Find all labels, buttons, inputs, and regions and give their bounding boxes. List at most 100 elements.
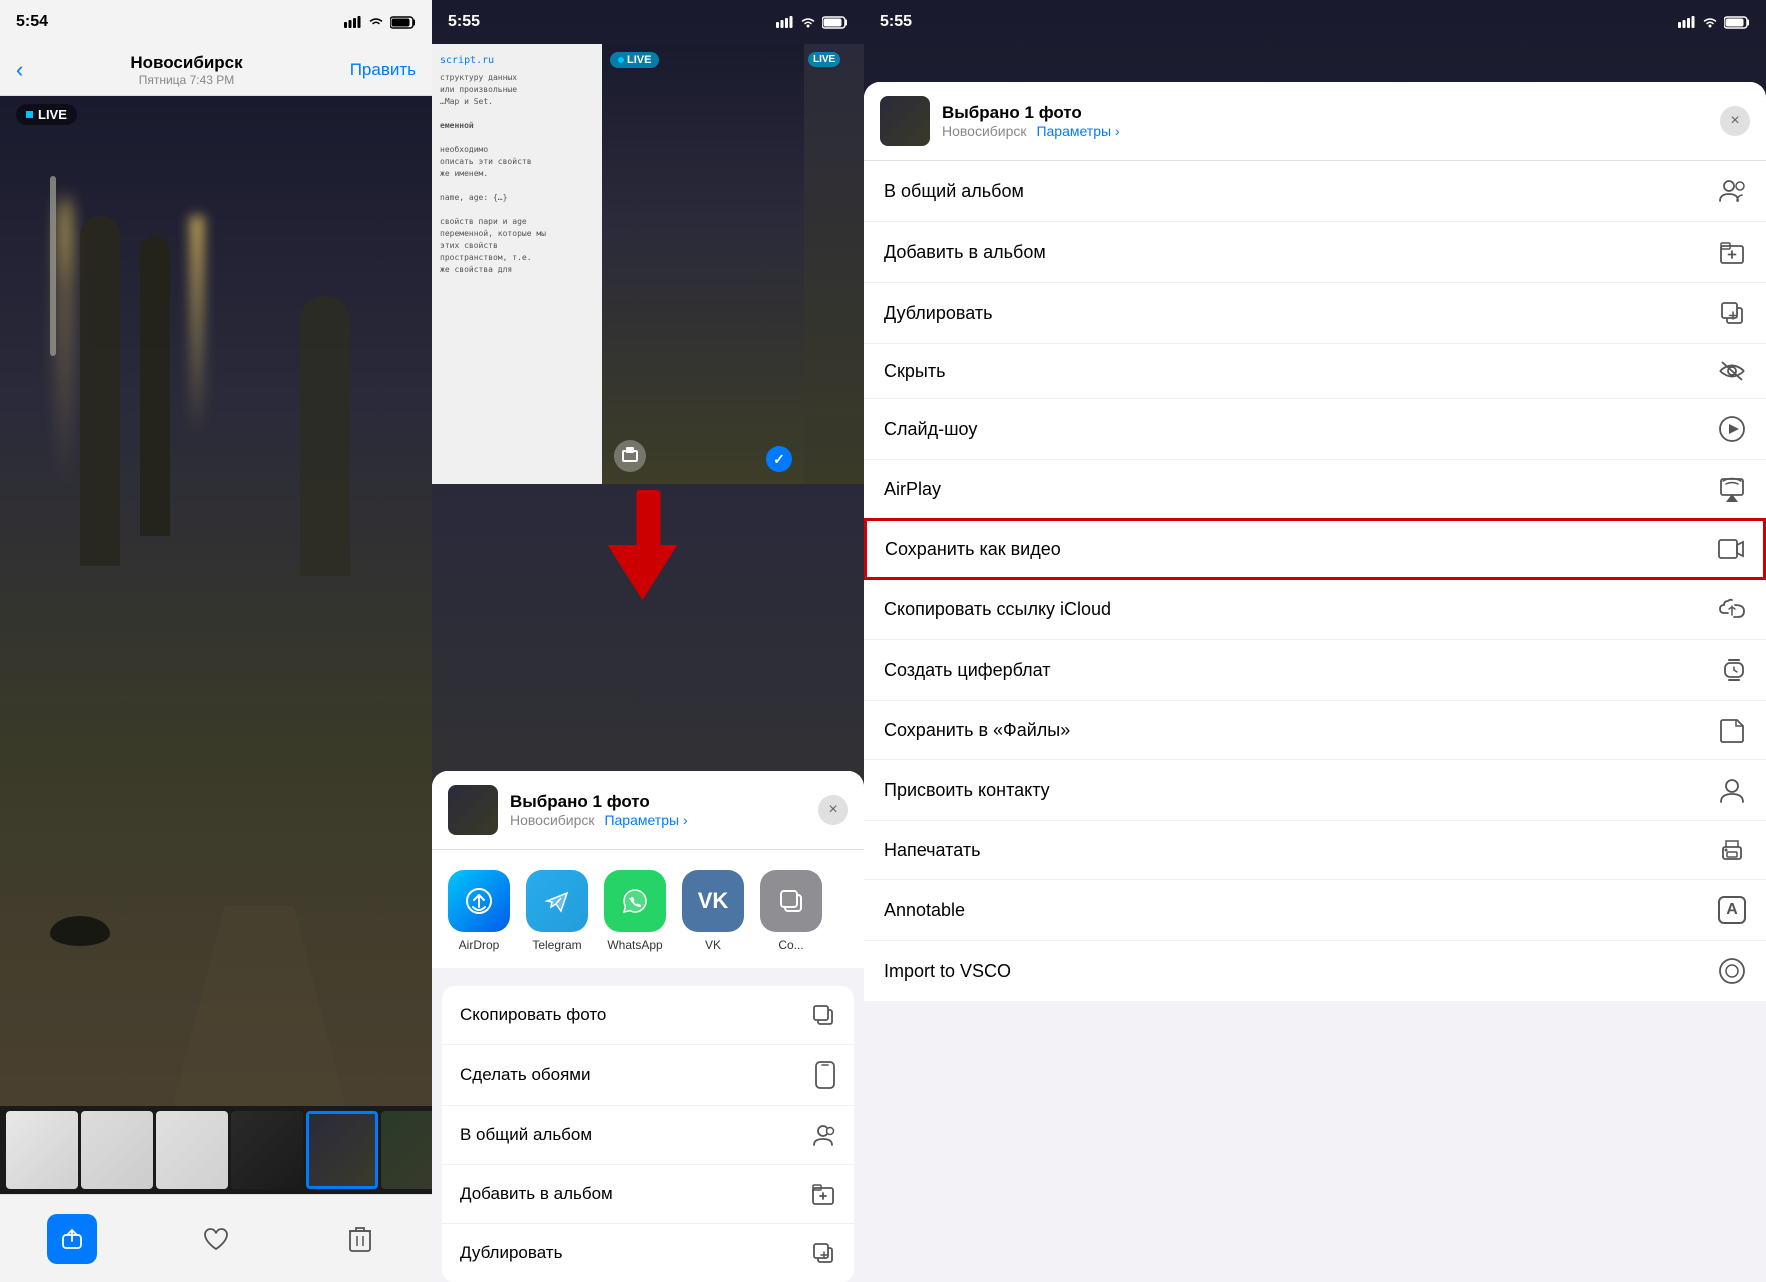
thumb-2[interactable] (81, 1111, 153, 1189)
menu-copy-icloud[interactable]: Скопировать ссылку iCloud (864, 579, 1766, 640)
back-button[interactable]: ‹ (16, 57, 23, 83)
save-video-icon (1717, 536, 1745, 562)
menu-save-video[interactable]: Сохранить как видео (864, 518, 1766, 580)
check-badge: ✓ (766, 446, 792, 472)
camera-indicator (614, 440, 646, 472)
p3-share-info: Выбрано 1 фото Новосибирск Параметры › (942, 103, 1708, 139)
files-icon (1718, 717, 1746, 743)
p2-wifi-icon (800, 16, 816, 28)
menu-slideshow[interactable]: Слайд-шоу (864, 399, 1766, 460)
battery-icon (390, 16, 416, 29)
p3-status-icons (1678, 16, 1750, 29)
action-add-album[interactable]: Добавить в альбом (442, 1165, 854, 1224)
phone-icon (814, 1061, 836, 1089)
status-icons (344, 16, 416, 29)
add-album-icon2 (1718, 238, 1746, 266)
heart-icon (202, 1226, 230, 1252)
p3-battery-icon (1724, 16, 1750, 29)
share-close-button[interactable]: × (818, 795, 848, 825)
app-airdrop[interactable]: AirDrop (448, 870, 510, 952)
menu-watch-face[interactable]: Создать циферблат (864, 640, 1766, 701)
thumb-4[interactable] (231, 1111, 303, 1189)
action-duplicate[interactable]: Дублировать (442, 1224, 854, 1282)
duplicate-icon2 (1718, 299, 1746, 327)
copy-label: Co... (778, 938, 803, 952)
p3-share-subtitle: Новосибирск Параметры › (942, 123, 1708, 139)
share-apps-row: AirDrop Telegram WhatsApp VK (432, 850, 864, 976)
action-wallpaper[interactable]: Сделать обоями (442, 1045, 854, 1106)
share-button[interactable] (47, 1214, 97, 1264)
city-label: Новосибирск (130, 53, 242, 73)
date-label: Пятница 7:43 PM (130, 73, 242, 87)
vk-label: VK (705, 938, 721, 952)
panel-share: 5:55 script.ru структуру данныхили произ… (432, 0, 864, 1282)
vsco-icon (1718, 957, 1746, 985)
like-button[interactable] (191, 1214, 241, 1264)
menu-airplay[interactable]: AirPlay (864, 460, 1766, 519)
p3-wifi-icon (1702, 16, 1718, 28)
share-info: Выбрано 1 фото Новосибирск Параметры › (510, 792, 806, 828)
p2-signal-icon (776, 16, 794, 28)
live-dot (26, 111, 33, 118)
print-icon (1718, 837, 1746, 863)
edit-button[interactable]: Править (350, 60, 416, 80)
share-header: Выбрано 1 фото Новосибирск Параметры › × (432, 771, 864, 850)
p2-photo-area: script.ru структуру данныхили произвольн… (432, 44, 864, 484)
p3-close-button[interactable]: × (1720, 106, 1750, 136)
app-vk[interactable]: VK VK (682, 870, 744, 952)
share-actions-list: Скопировать фото Сделать обоями В общий … (442, 986, 854, 1282)
share-title: Выбрано 1 фото (510, 792, 806, 812)
bottom-toolbar (0, 1194, 432, 1282)
vk-icon: VK (682, 870, 744, 932)
app-telegram[interactable]: Telegram (526, 870, 588, 952)
main-photo (0, 96, 432, 1106)
p3-share-title: Выбрано 1 фото (942, 103, 1708, 123)
app-copy[interactable]: Co... (760, 870, 822, 952)
slideshow-icon (1718, 415, 1746, 443)
menu-import-vsco[interactable]: Import to VSCO (864, 941, 1766, 1001)
p2-status-icons (776, 16, 848, 29)
live-label: LIVE (38, 107, 67, 122)
copy-photo-icon (810, 1002, 836, 1028)
p3-status-time: 5:55 (880, 13, 912, 31)
menu-save-files[interactable]: Сохранить в «Файлы» (864, 701, 1766, 760)
menu-annotable[interactable]: Annotable A (864, 880, 1766, 941)
hide-icon (1718, 360, 1746, 382)
status-time: 5:54 (16, 13, 48, 31)
menu-add-album[interactable]: Добавить в альбом (864, 222, 1766, 283)
live-badge-3: LIVE (808, 52, 840, 67)
menu-shared-album[interactable]: В общий альбом (864, 161, 1766, 222)
p2-status-time: 5:55 (448, 13, 480, 31)
thumb-5-selected[interactable] (306, 1111, 378, 1189)
annotable-icon: A (1718, 896, 1746, 924)
whatsapp-label: WhatsApp (607, 938, 662, 952)
signal-icon (344, 16, 362, 28)
scroll-arrow (619, 490, 678, 600)
telegram-icon (526, 870, 588, 932)
menu-hide[interactable]: Скрыть (864, 344, 1766, 399)
app-whatsapp[interactable]: WhatsApp (604, 870, 666, 952)
thumb-6[interactable] (381, 1111, 432, 1189)
share-subtitle: Новосибирск Параметры › (510, 812, 806, 828)
delete-button[interactable] (335, 1214, 385, 1264)
share-sheet: Выбрано 1 фото Новосибирск Параметры › ×… (432, 771, 864, 1282)
p3-menu-list: В общий альбом Добавить в альбом Дублиро… (864, 161, 1766, 1001)
telegram-label: Telegram (532, 938, 581, 952)
menu-print[interactable]: Напечатать (864, 821, 1766, 880)
shared-album-icon (810, 1122, 836, 1148)
duplicate-icon (810, 1240, 836, 1266)
menu-duplicate[interactable]: Дублировать (864, 283, 1766, 344)
thumb-1[interactable] (6, 1111, 78, 1189)
p3-share-sheet: Выбрано 1 фото Новосибирск Параметры › ×… (864, 82, 1766, 1282)
menu-assign-contact[interactable]: Присвоить контакту (864, 760, 1766, 821)
action-shared-album[interactable]: В общий альбом (442, 1106, 854, 1165)
panel-menu: 5:55 Выбрано 1 фото Новосибирск Параметр… (864, 0, 1766, 1282)
thumb-3[interactable] (156, 1111, 228, 1189)
whatsapp-icon (604, 870, 666, 932)
p3-share-thumb (880, 96, 930, 146)
copy-icon (760, 870, 822, 932)
add-album-icon (810, 1181, 836, 1207)
nav-title: Новосибирск Пятница 7:43 PM (130, 53, 242, 87)
action-copy-photo[interactable]: Скопировать фото (442, 986, 854, 1045)
icloud-link-icon (1718, 595, 1746, 623)
